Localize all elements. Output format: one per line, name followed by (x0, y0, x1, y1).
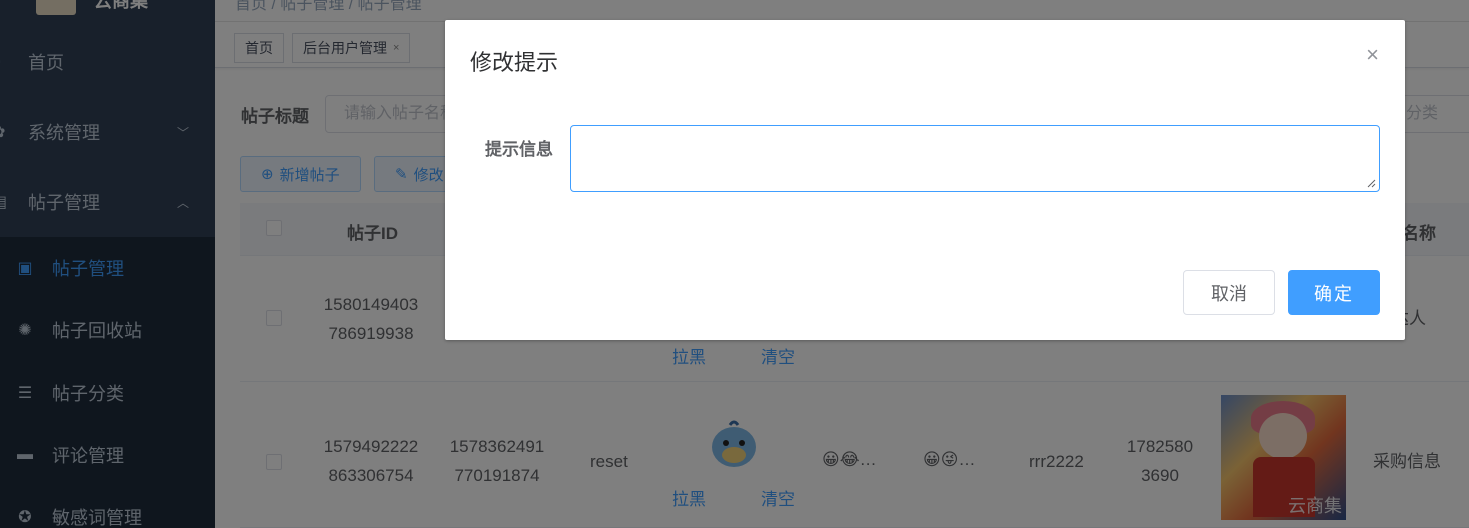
cancel-button[interactable]: 取消 (1183, 270, 1275, 315)
resize-handle-icon[interactable] (1366, 178, 1376, 188)
confirm-button[interactable]: 确定 (1288, 270, 1380, 315)
hint-info-label: 提示信息 (485, 140, 553, 159)
close-icon[interactable]: × (1366, 44, 1379, 66)
hint-info-textarea[interactable] (570, 125, 1380, 192)
edit-hint-dialog: 修改提示 × 提示信息 取消 确定 (445, 20, 1405, 340)
dialog-title: 修改提示 (470, 50, 559, 75)
